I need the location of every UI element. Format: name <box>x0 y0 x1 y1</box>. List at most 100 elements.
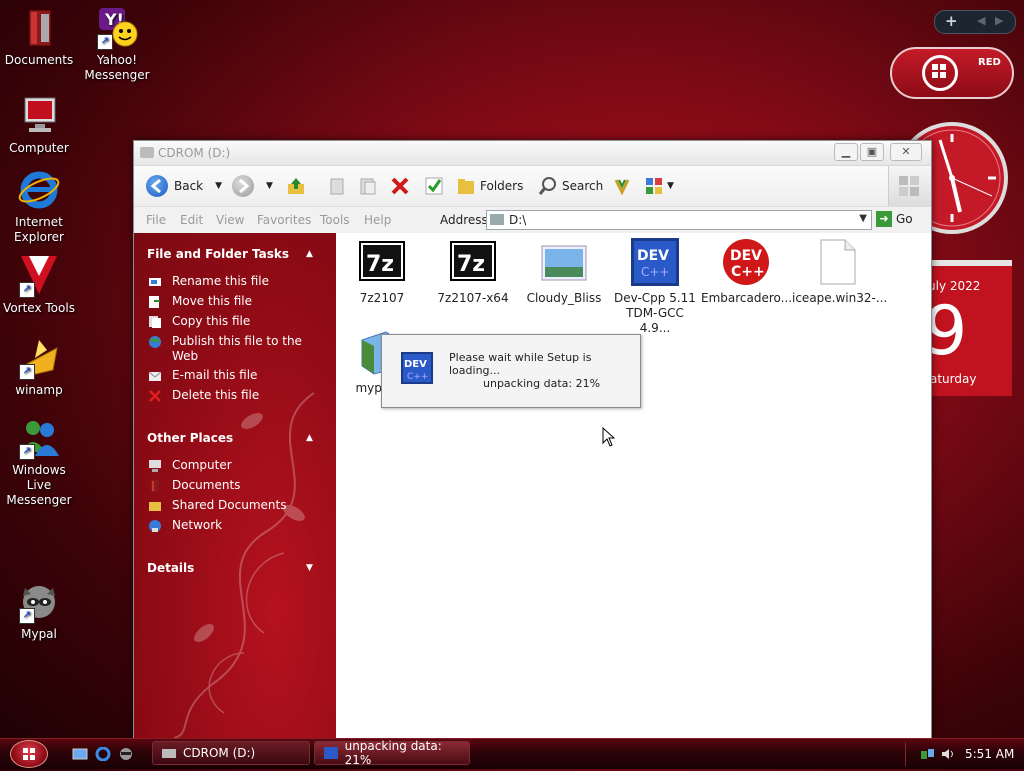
address-dropdown-icon[interactable]: ▼ <box>859 213 867 224</box>
red-brand-gadget: RED <box>890 47 1014 99</box>
checkmark-icon <box>425 177 443 195</box>
views-button[interactable]: ▼ <box>644 174 674 198</box>
forward-arrow-icon <box>232 175 254 197</box>
svg-text:DEV: DEV <box>404 359 427 370</box>
task-move[interactable]: Move this file <box>148 294 328 309</box>
extra-tool-button[interactable] <box>612 174 632 198</box>
windows-flag-icon <box>23 748 35 760</box>
file-item-iceape[interactable]: iceape.win32-... <box>792 238 887 306</box>
address-input[interactable]: D:\ ▼ <box>486 210 872 230</box>
file-folder-tasks-title[interactable]: File and Folder Tasks <box>147 247 289 261</box>
image-thumbnail-icon <box>540 238 588 286</box>
go-button[interactable]: ➜ Go <box>876 210 913 228</box>
file-item-cloudy-bliss[interactable]: Cloudy_Bliss <box>519 238 609 306</box>
internet-explorer-icon <box>17 168 61 212</box>
next-gadget-icon[interactable]: ▶ <box>995 14 1003 27</box>
raccoon-quicklaunch-icon[interactable] <box>118 747 134 761</box>
maximize-button[interactable]: ▣ <box>860 143 884 161</box>
windows-flag-icon <box>932 64 946 78</box>
tray-separator <box>905 742 906 766</box>
window-titlebar[interactable]: CDROM (D:) ▁ ▣ ✕ <box>134 141 931 166</box>
task-rename[interactable]: Rename this file <box>148 274 328 289</box>
desktop-icon-mypal[interactable]: ↗ Mypal <box>0 580 78 642</box>
move-to-icon <box>330 178 344 195</box>
dev-cpp-icon: DEVC++ <box>631 238 679 286</box>
dev-cpp-icon: DEVC++ <box>401 352 433 384</box>
7zip-icon: 7z <box>358 238 406 286</box>
taskbar-button-cdrom[interactable]: CDROM (D:) <box>152 741 310 765</box>
file-item-7z2107-x64[interactable]: 7z 7z2107-x64 <box>428 238 518 306</box>
menu-edit[interactable]: Edit <box>180 213 203 227</box>
properties-button[interactable] <box>424 174 444 198</box>
taskbar: CDROM (D:) unpacking data: 21% 5:51 AM <box>0 738 1024 769</box>
start-button[interactable] <box>10 740 48 768</box>
place-shared-documents[interactable]: Shared Documents <box>148 498 328 513</box>
minimize-button[interactable]: ▁ <box>834 143 858 161</box>
back-button[interactable]: Back ▼ <box>146 174 222 198</box>
move-to-button[interactable] <box>328 174 348 198</box>
explorer-window[interactable]: CDROM (D:) ▁ ▣ ✕ Back ▼ ▼ Folders Search <box>133 140 932 739</box>
place-computer[interactable]: Computer <box>148 458 328 473</box>
copy-to-icon <box>360 178 376 195</box>
folders-button[interactable]: Folders <box>456 174 523 198</box>
desktop-icon-yahoo-messenger[interactable]: Y! ↗ Yahoo! Messenger <box>78 6 156 83</box>
taskbar-clock[interactable]: 5:51 AM <box>965 747 1014 761</box>
task-delete[interactable]: Delete this file <box>148 388 328 403</box>
setup-message: Please wait while Setup is loading... <box>449 351 592 377</box>
taskbar-button-setup[interactable]: unpacking data: 21% <box>314 739 470 767</box>
show-desktop-icon[interactable] <box>72 747 88 761</box>
menu-view[interactable]: View <box>216 213 244 227</box>
forward-button[interactable]: ▼ <box>232 174 273 198</box>
collapse-chevron-icon[interactable]: ▲ <box>306 249 313 259</box>
menu-file[interactable]: File <box>146 213 166 227</box>
desktop-icon-documents[interactable]: Documents <box>0 6 78 68</box>
task-publish-web[interactable]: Publish this file to the Web <box>148 334 328 364</box>
delete-button[interactable] <box>390 174 410 198</box>
sidebar-gadget-controls[interactable]: + ◀ ▶ <box>934 10 1016 34</box>
windows-live-messenger-icon: ↗ <box>17 416 61 460</box>
dev-cpp-icon <box>324 747 338 759</box>
search-button[interactable]: Search <box>538 174 603 198</box>
menu-favorites[interactable]: Favorites <box>257 213 311 227</box>
go-arrow-icon: ➜ <box>876 211 892 227</box>
shortcut-arrow-icon: ↗ <box>19 364 35 380</box>
file-item-embarcadero[interactable]: DEV C++ Embarcadero... <box>701 238 792 306</box>
add-gadget-icon[interactable]: + <box>945 12 958 30</box>
shared-folder-icon <box>149 502 161 511</box>
place-documents[interactable]: Documents <box>148 478 328 493</box>
close-button[interactable]: ✕ <box>890 143 922 161</box>
details-title[interactable]: Details <box>147 561 194 575</box>
volume-tray-icon[interactable] <box>940 747 956 761</box>
desktop-icon-winamp[interactable]: ↗ winamp <box>0 336 78 398</box>
up-folder-button[interactable] <box>286 174 306 198</box>
file-item-dev-cpp[interactable]: DEV C++ Dev-Cpp 5.11 TDM-GCC 4.9... <box>610 238 700 336</box>
documents-folder-icon <box>17 6 61 50</box>
forward-dropdown-icon[interactable]: ▼ <box>266 181 273 191</box>
task-copy[interactable]: Copy this file <box>148 314 328 329</box>
task-pane: File and Folder Tasks ▲ Rename this file… <box>134 233 336 738</box>
desktop-icon-vortex-tools[interactable]: ↗ Vortex Tools <box>0 254 78 316</box>
folder-icon <box>458 179 474 194</box>
back-dropdown-icon[interactable]: ▼ <box>215 181 222 191</box>
menu-help[interactable]: Help <box>364 213 391 227</box>
svg-text:C++: C++ <box>731 264 765 280</box>
menu-tools[interactable]: Tools <box>320 213 350 227</box>
desktop-icon-windows-live-messenger[interactable]: ↗ Windows Live Messenger <box>0 416 78 508</box>
copy-to-button[interactable] <box>358 174 378 198</box>
other-places-title[interactable]: Other Places <box>147 431 233 445</box>
file-item-7z2107[interactable]: 7z 7z2107 <box>337 238 427 306</box>
place-network[interactable]: Network <box>148 518 328 533</box>
previous-gadget-icon[interactable]: ◀ <box>977 14 985 27</box>
copy-icon <box>149 316 161 328</box>
task-email[interactable]: E-mail this file <box>148 368 328 383</box>
collapse-chevron-icon[interactable]: ▲ <box>306 433 313 443</box>
expand-chevron-icon[interactable]: ▼ <box>306 563 313 573</box>
cdrom-drive-icon <box>140 147 154 158</box>
embarcadero-dev-cpp-icon: DEV C++ <box>722 238 770 286</box>
network-tray-icon[interactable] <box>920 747 936 761</box>
desktop-icon-internet-explorer[interactable]: Internet Explorer <box>0 168 78 245</box>
svg-text:DEV: DEV <box>637 248 669 264</box>
desktop-icon-computer[interactable]: Computer <box>0 94 78 156</box>
move-icon <box>149 296 160 308</box>
internet-explorer-icon[interactable] <box>95 747 111 761</box>
